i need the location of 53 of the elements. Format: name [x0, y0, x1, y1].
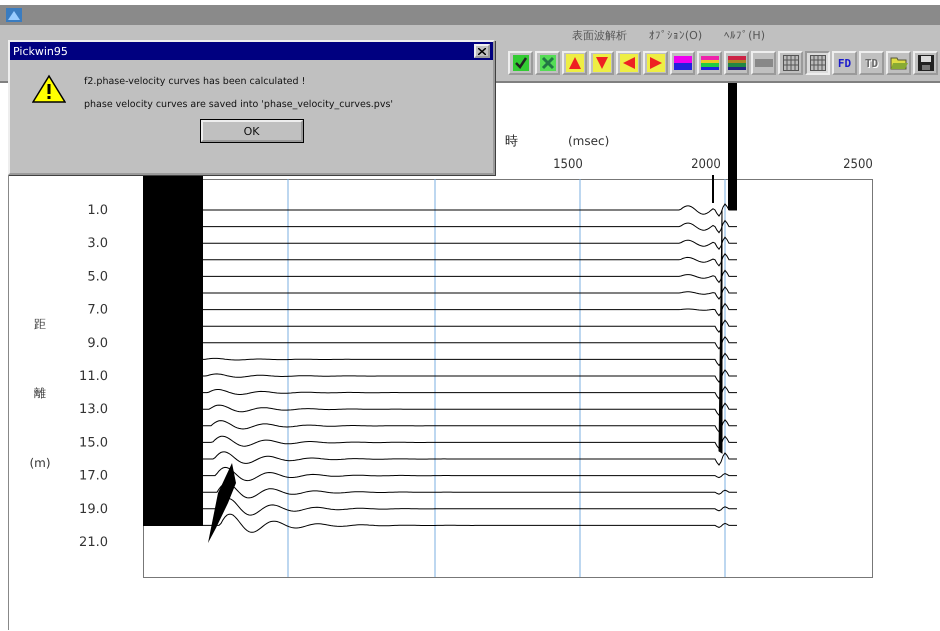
triangle-icon: [646, 54, 664, 72]
warning-icon: [32, 74, 66, 104]
grid-icon: [810, 55, 826, 71]
tick-label: 2000: [691, 157, 721, 172]
close-icon: [478, 48, 486, 54]
tick-label: 9.0: [87, 336, 108, 351]
tick-label: 15.0: [79, 435, 108, 450]
toolbar-button[interactable]: [913, 51, 938, 75]
tick-label: 19.0: [79, 502, 108, 517]
axis-title: (m): [29, 456, 51, 470]
dialog-message: f2.phase-velocity curves has been calculated !: [84, 76, 306, 87]
dialog-message: phase velocity curves are saved into 'phase_velocity_curves.pvs': [84, 99, 394, 110]
menu-item[interactable]: ｵﾌﾟｼｮﾝ(O): [648, 28, 702, 42]
color-bars-icon: [700, 56, 718, 70]
axis-title: 時: [505, 134, 518, 149]
tick-label: 11.0: [79, 369, 108, 384]
close-button[interactable]: [474, 44, 490, 58]
axis-title: 離: [34, 386, 46, 400]
grid-icon: [782, 55, 798, 71]
axis-unit: (msec): [568, 134, 610, 148]
toolbar-button[interactable]: FD: [832, 51, 857, 75]
triangle-icon: [566, 54, 584, 72]
tick-label: 2500: [843, 157, 873, 172]
menu-item[interactable]: ﾍﾙﾌﾟ(H): [724, 28, 765, 42]
tick-label: 7.0: [87, 302, 108, 318]
toolbar-button[interactable]: [670, 51, 695, 75]
tick-label: 3.0: [87, 236, 108, 252]
menu-item[interactable]: 表面波解析: [572, 28, 627, 42]
tick-label: 13.0: [79, 402, 108, 418]
bar-icon: [754, 59, 772, 67]
app-icon: [6, 8, 22, 22]
tick-label: 21.0: [79, 535, 108, 550]
tick-label: 1.0: [87, 203, 108, 218]
tick-label: 5.0: [87, 269, 108, 284]
toolbar-button[interactable]: [697, 51, 722, 75]
save-icon: [918, 55, 934, 71]
tick-label: 17.0: [79, 468, 108, 484]
triangle-icon: [592, 54, 610, 72]
triangle-icon: [620, 54, 638, 72]
toolbar-button[interactable]: [886, 51, 911, 75]
toolbar-button[interactable]: [724, 51, 749, 75]
toolbar-button[interactable]: [805, 51, 830, 75]
cross-icon: [540, 55, 556, 71]
ok-button[interactable]: OK: [200, 120, 302, 142]
color-bars-icon: [674, 56, 692, 70]
toolbar-button[interactable]: [778, 51, 803, 75]
toolbar-button[interactable]: [508, 51, 533, 75]
axis-title: 距: [34, 317, 46, 331]
dialog-title: Pickwin95: [13, 44, 68, 58]
check-icon: [512, 55, 528, 71]
folder-icon: [890, 56, 908, 70]
tick-label: 1500: [553, 157, 583, 172]
color-bars-icon: [728, 56, 746, 70]
